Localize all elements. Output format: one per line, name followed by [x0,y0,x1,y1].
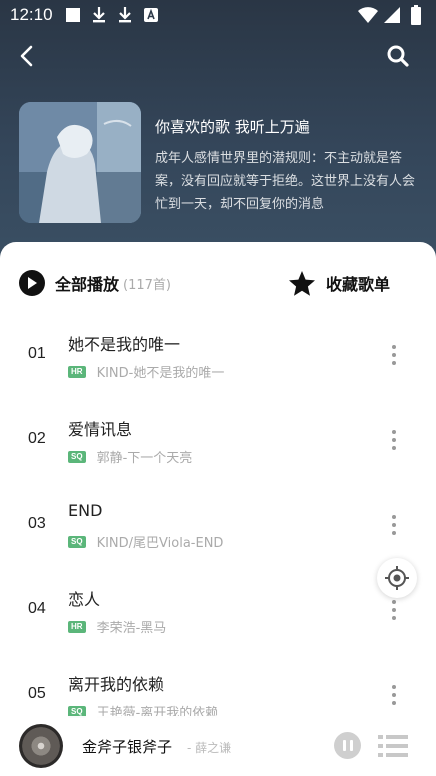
song-subtitle: HR KIND-她不是我的唯一 [68,362,224,381]
song-count: (117首) [123,277,171,293]
more-options-icon[interactable] [383,681,405,709]
song-index: 01 [28,345,46,362]
playlist-title: 你喜欢的歌 我听上万遍 [155,118,310,136]
top-nav [0,38,436,74]
song-artist: KIND-她不是我的唯一 [96,366,225,381]
song-artist: 李荣浩-黑马 [96,621,167,636]
song-list: 01 她不是我的唯一 HR KIND-她不是我的唯一 02 爱情讯息 SQ 郭静… [0,313,436,738]
song-index: 03 [28,515,46,532]
locate-current-song-icon[interactable] [377,558,417,598]
song-row[interactable]: 02 爱情讯息 SQ 郭静-下一个天亮 [0,398,436,483]
song-subtitle: HR 李荣浩-黑马 [68,617,166,636]
battery-icon [406,5,426,25]
play-icon [19,270,45,296]
collect-label: 收藏歌单 [326,275,391,294]
song-title: 爱情讯息 [68,420,133,439]
mini-player[interactable]: 金斧子银斧子 - 薛之谦 [0,716,436,776]
now-playing-artwork[interactable] [19,724,63,768]
pause-icon[interactable] [334,732,361,759]
song-row[interactable]: 01 她不是我的唯一 HR KIND-她不是我的唯一 [0,313,436,398]
search-icon[interactable] [384,42,412,70]
play-all-label: 全部播放 [55,275,120,294]
more-options-icon[interactable] [383,426,405,454]
status-time: 12:10 [10,5,53,24]
song-subtitle: SQ 郭静-下一个天亮 [68,447,192,466]
more-options-icon[interactable] [383,511,405,539]
now-playing-title: 金斧子银斧子 [82,738,173,756]
back-arrow-icon[interactable] [12,42,40,70]
song-index: 05 [28,685,46,702]
song-artist: 郭静-下一个天亮 [96,451,193,466]
quality-badge: SQ [68,535,86,548]
song-title: 她不是我的唯一 [68,335,181,354]
song-title: 离开我的依赖 [68,675,165,694]
song-artist: KIND/尾巴Viola-END [96,536,224,551]
status-bar: 12:10 [0,0,436,30]
quality-badge: SQ [68,450,86,463]
song-index: 02 [28,430,46,447]
signal-icon [382,5,402,25]
song-subtitle: SQ KIND/尾巴Viola-END [68,532,223,551]
play-all-button[interactable]: 全部播放 (117首) [19,270,171,296]
song-title: END [68,501,103,520]
playlist-description[interactable]: 成年人感情世界里的潜规则：不主动就是答案，没有回应就等于拒绝。这世界上没有人会忙… [155,147,423,216]
song-row[interactable]: 03 END SQ KIND/尾巴Viola-END [0,483,436,568]
collect-playlist-button[interactable]: 收藏歌单 [288,269,390,297]
song-index: 04 [28,600,46,617]
star-icon [289,270,315,296]
more-options-icon[interactable] [383,596,405,624]
quality-badge: HR [68,365,86,378]
song-sheet: 全部播放 (117首) 收藏歌单 01 她不是我的唯一 HR KIND-她不是我… [0,242,436,776]
playlist-queue-icon[interactable] [378,734,408,758]
a-icon [141,5,161,25]
quality-badge: HR [68,620,86,633]
wifi-icon [358,5,378,25]
song-row[interactable]: 04 恋人 HR 李荣浩-黑马 [0,568,436,653]
download-icon [115,5,135,25]
song-title: 恋人 [68,590,101,609]
download-icon [89,5,109,25]
cover-illustration [19,102,141,223]
playlist-cover[interactable] [19,102,141,223]
square-icon [63,5,83,25]
more-options-icon[interactable] [383,341,405,369]
now-playing-artist: - 薛之谦 [187,741,232,755]
